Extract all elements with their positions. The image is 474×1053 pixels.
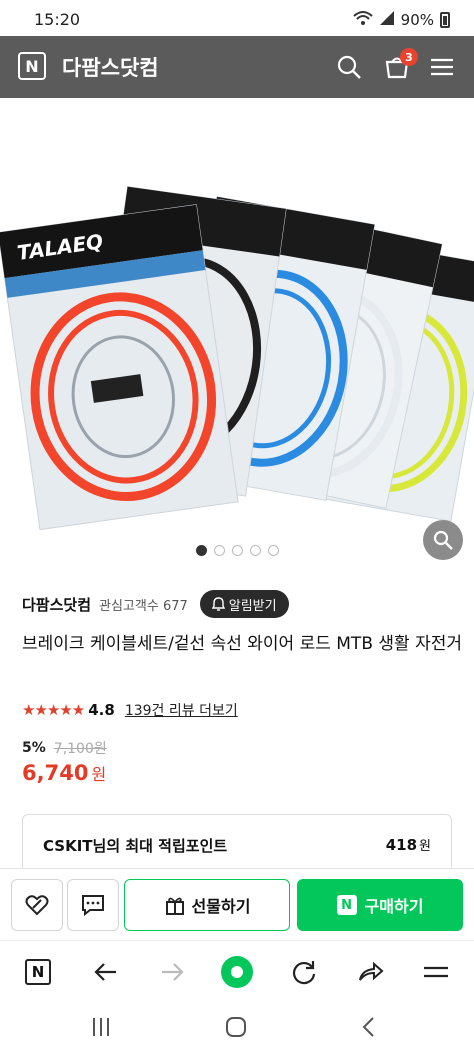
search-icon[interactable]: [332, 50, 366, 84]
recent-apps-icon[interactable]: [88, 1014, 114, 1044]
status-bar: 15:20 90%: [0, 0, 474, 36]
pagination-dot[interactable]: [232, 545, 243, 556]
signal-icon: [379, 10, 395, 30]
wifi-icon: [352, 10, 373, 30]
discount-row: 5% 7,100원: [22, 738, 107, 758]
points-label: CSKIT님의 최대 적립포인트: [43, 837, 228, 855]
wishlist-button[interactable]: [11, 879, 63, 931]
gift-button[interactable]: 선물하기: [124, 879, 290, 931]
points-value: 418 원: [386, 835, 431, 854]
magnifier-icon: [433, 530, 453, 550]
buy-button-label: 구매하기: [364, 897, 424, 916]
image-pagination: [196, 545, 279, 556]
bell-icon: [211, 597, 225, 611]
points-box: CSKIT님의 최대 적립포인트 418 원: [22, 814, 452, 874]
store-fans-count: 관심고객수 677: [99, 598, 188, 614]
system-nav-bar: [0, 1002, 474, 1053]
points-amount: 418: [385, 836, 418, 854]
rating-stars-icon: ★★★★★: [22, 701, 85, 719]
naver-logo-button[interactable]: N: [18, 52, 46, 80]
product-image[interactable]: TALAEQ: [0, 98, 474, 531]
pagination-dot[interactable]: [196, 545, 207, 556]
naver-pay-icon: N: [336, 895, 357, 915]
buy-button[interactable]: N 구매하기: [297, 879, 463, 931]
top-header: N 다팜스닷컴: [0, 36, 474, 98]
purchase-bar: 선물하기 N 구매하기: [0, 868, 474, 940]
refresh-icon[interactable]: [286, 954, 322, 990]
battery-icon: [440, 12, 450, 28]
gift-button-label: 선물하기: [191, 897, 251, 916]
review-link[interactable]: 139건 리뷰 더보기: [125, 700, 238, 720]
store-info-row: 다팜스닷컴 관심고객수 677 알림받기: [22, 590, 289, 618]
home-n-icon[interactable]: N: [20, 954, 56, 990]
status-time: 15:20: [34, 10, 81, 29]
sale-price-unit: 원: [91, 765, 107, 784]
forward-arrow-icon[interactable]: [154, 954, 190, 990]
alarm-button[interactable]: 알림받기: [199, 590, 289, 618]
system-back-icon[interactable]: [356, 1014, 382, 1044]
menu-icon[interactable]: [425, 50, 459, 84]
battery-text: 90%: [400, 11, 434, 29]
back-arrow-icon[interactable]: [88, 954, 124, 990]
zoom-button[interactable]: [423, 520, 463, 560]
cart-count-badge: 3: [400, 48, 418, 66]
chat-icon: [82, 895, 104, 917]
share-icon[interactable]: [352, 954, 388, 990]
rating-score: 4.8: [88, 701, 115, 719]
store-name-link[interactable]: 다팜스닷컴: [22, 594, 91, 615]
status-icons: 90%: [352, 10, 450, 30]
home-button-icon[interactable]: [223, 1014, 249, 1044]
sale-price-row: 6,740 원: [22, 761, 106, 785]
gift-icon: [165, 897, 184, 915]
browser-nav-bar: N: [0, 940, 474, 1002]
discount-rate: 5%: [22, 740, 46, 756]
alarm-button-label: 알림받기: [228, 598, 277, 614]
green-dot-icon[interactable]: [219, 954, 255, 990]
original-price: 7,100원: [53, 741, 107, 757]
header-store-name[interactable]: 다팜스닷컴: [62, 52, 159, 82]
rating-row: ★★★★★ 4.8 139건 리뷰 더보기: [22, 700, 238, 720]
pagination-dot[interactable]: [268, 545, 279, 556]
product-photo-illustration: TALAEQ: [0, 186, 474, 531]
pagination-dot[interactable]: [250, 545, 261, 556]
product-title: 브레이크 케이블세트/겉선 속선 와이어 로드 MTB 생활 자전거: [22, 634, 462, 654]
pagination-dot[interactable]: [214, 545, 225, 556]
menu-lines-icon[interactable]: [418, 954, 454, 990]
sale-price: 6,740: [22, 761, 89, 785]
heart-icon: [25, 895, 49, 916]
home-n-letter: N: [25, 959, 51, 985]
points-unit: 원: [419, 839, 431, 854]
talk-button[interactable]: [67, 879, 119, 931]
